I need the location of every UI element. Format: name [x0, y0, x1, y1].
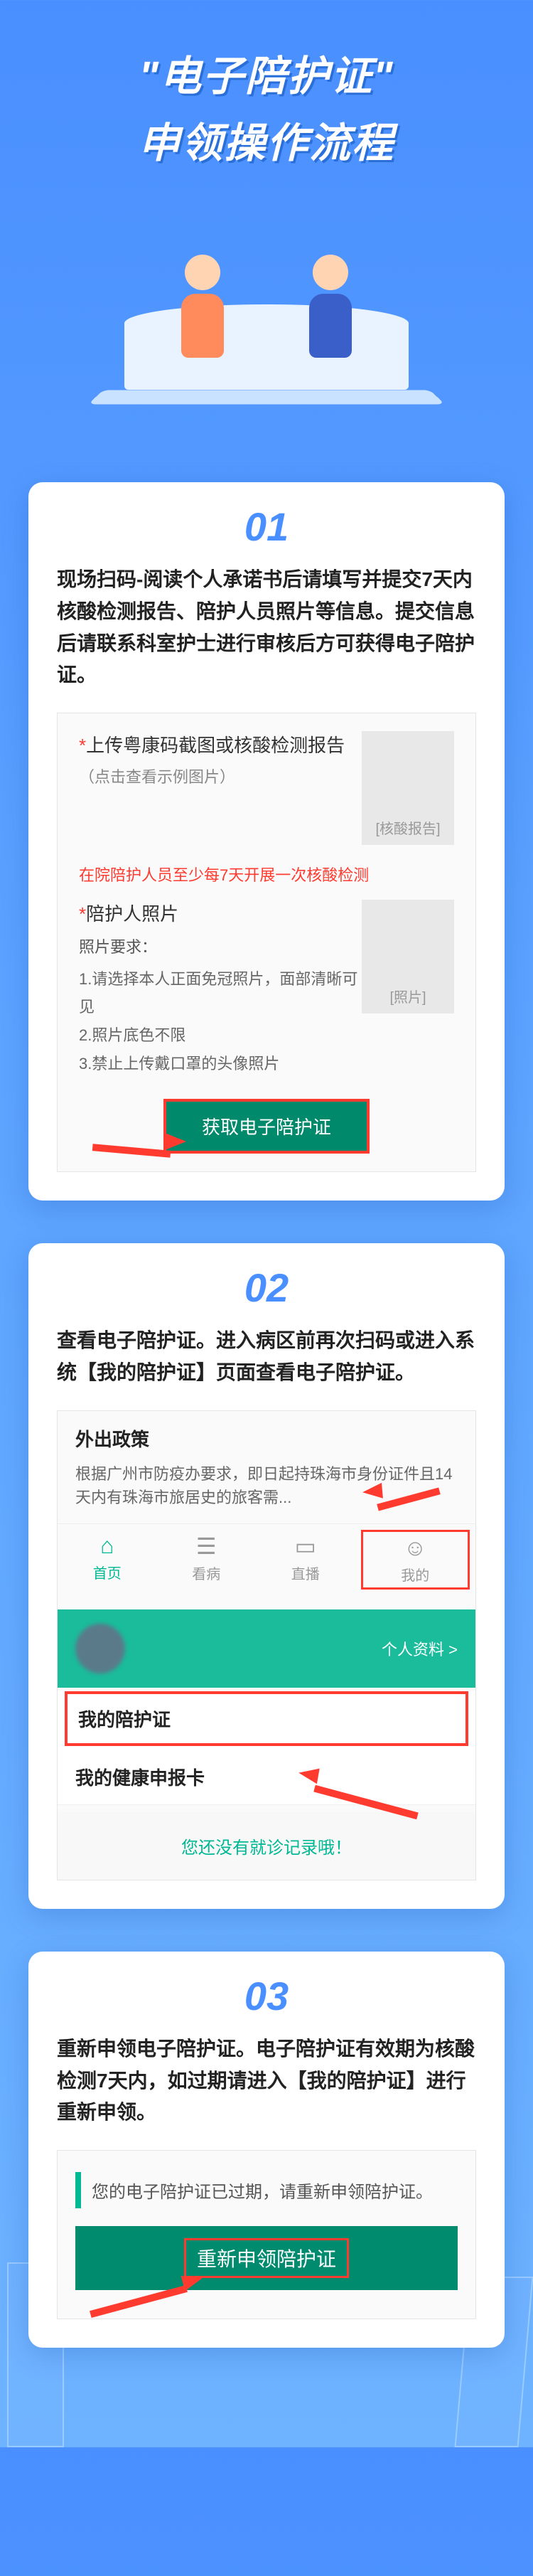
avatar[interactable] — [75, 1624, 125, 1673]
step-1-screenshot: *上传粤康码截图或核酸检测报告 （点击查看示例图片） [核酸报告] 在院陪护人员… — [57, 713, 476, 1172]
nav-home[interactable]: ⌂ 首页 — [58, 1533, 157, 1587]
step-3-card: 03 重新申领电子陪护证。电子陪护证有效期为核酸检测7天内，如过期请进入【我的陪… — [28, 1952, 505, 2348]
step-2-screenshot: 外出政策 根据广州市防疫办要求，即日起持珠海市身份证件且14天内有珠海市旅居史的… — [57, 1410, 476, 1880]
expired-notice: 您的电子陪护证已过期，请重新申领陪护证。 — [92, 2172, 433, 2208]
arrow-head-annotation — [362, 1483, 383, 1500]
nav-consult[interactable]: ☰ 看病 — [157, 1533, 257, 1587]
profile-bar: 个人资料 > — [58, 1609, 475, 1688]
bottom-nav: ⌂ 首页 ☰ 看病 ▭ 直播 ☺ 我的 — [58, 1523, 475, 1595]
nucleic-warning: 在院陪护人员至少每7天开展一次核酸检测 — [79, 863, 454, 885]
nav-mine[interactable]: ☺ 我的 — [361, 1530, 470, 1590]
arrow-head-annotation — [297, 1765, 319, 1784]
header-illustration — [28, 212, 505, 454]
photo-req-1: 1.请选择本人正面免冠照片，面部清晰可见 — [79, 965, 362, 1021]
menu-health-card[interactable]: 我的健康申报卡 — [58, 1750, 475, 1805]
green-stripe-decoration — [75, 2172, 81, 2208]
photo-req-2: 2.照片底色不限 — [79, 1021, 362, 1050]
step-3-number: 03 — [57, 1973, 476, 2019]
step-2-description: 查看电子陪护证。进入病区前再次扫码或进入系统【我的陪护证】页面查看电子陪护证。 — [57, 1325, 476, 1389]
step-1-card: 01 现场扫码-阅读个人承诺书后请填写并提交7天内核酸检测报告、陪护人员照片等信… — [28, 482, 505, 1201]
step-2-card: 02 查看电子陪护证。进入病区前再次扫码或进入系统【我的陪护证】页面查看电子陪护… — [28, 1243, 505, 1909]
get-cert-button[interactable]: 获取电子陪护证 — [163, 1099, 370, 1154]
arrow-head-annotation — [165, 1133, 186, 1150]
profile-link[interactable]: 个人资料 > — [382, 1637, 458, 1660]
reapply-button[interactable]: 重新申领陪护证 — [75, 2226, 458, 2290]
step-2-number: 02 — [57, 1265, 476, 1311]
nav-live[interactable]: ▭ 直播 — [256, 1533, 355, 1587]
nucleic-report-placeholder[interactable]: [核酸报告] — [362, 731, 454, 845]
step-3-screenshot: 您的电子陪护证已过期，请重新申领陪护证。 重新申领陪护证 — [57, 2150, 476, 2319]
user-icon: ☺ — [366, 1535, 465, 1561]
title-line-2: 申领操作流程 — [28, 110, 505, 169]
photo-req-3: 3.禁止上传戴口罩的头像照片 — [79, 1050, 362, 1078]
live-icon: ▭ — [256, 1533, 355, 1560]
title-line-1: "电子陪护证" — [28, 43, 505, 102]
upload-nucleic-label: *上传粤康码截图或核酸检测报告 — [79, 731, 362, 757]
step-1-description: 现场扫码-阅读个人承诺书后请填写并提交7天内核酸检测报告、陪护人员照片等信息。提… — [57, 564, 476, 691]
caregiver-photo-label: *陪护人照片 — [79, 900, 362, 926]
caregiver-photo-placeholder[interactable]: [照片] — [362, 900, 454, 1013]
menu-my-cert[interactable]: 我的陪护证 — [65, 1691, 468, 1746]
home-icon: ⌂ — [58, 1533, 157, 1559]
empty-record-tip: 您还没有就诊记录哦！ — [58, 1812, 475, 1880]
photo-req-title: 照片要求： — [79, 933, 362, 962]
upload-nucleic-hint: （点击查看示例图片） — [79, 765, 362, 787]
step-3-description: 重新申领电子陪护证。电子陪护证有效期为核酸检测7天内，如过期请进入【我的陪护证】… — [57, 2033, 476, 2129]
consult-icon: ☰ — [157, 1533, 257, 1560]
person-right-illustration — [298, 255, 362, 397]
step-1-number: 01 — [57, 504, 476, 550]
page-header: "电子陪护证" 申领操作流程 — [0, 0, 533, 198]
policy-title: 外出政策 — [75, 1425, 458, 1452]
person-left-illustration — [171, 255, 235, 397]
